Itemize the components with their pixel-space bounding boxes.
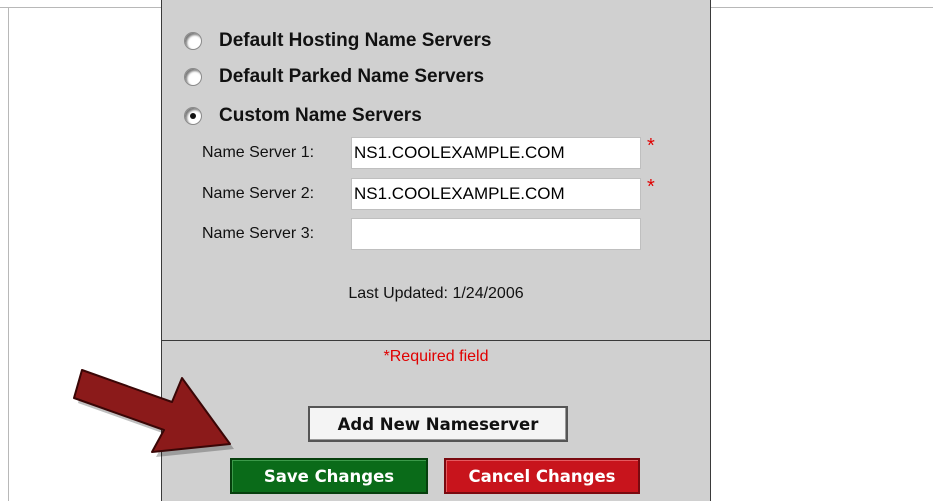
save-changes-button[interactable]: Save Changes [230, 458, 428, 494]
radio-selected-dot [190, 113, 196, 119]
name-server-1-input[interactable] [351, 137, 641, 169]
panel-divider [162, 340, 710, 341]
radio-option-custom[interactable]: Custom Name Servers [184, 103, 422, 129]
arrow-icon [73, 369, 234, 457]
name-server-3-input[interactable] [351, 218, 641, 250]
required-marker: * [647, 135, 655, 157]
radio-button[interactable] [184, 68, 202, 86]
radio-label: Custom Name Servers [219, 105, 422, 126]
name-server-2-row: Name Server 2: * [202, 176, 655, 210]
radio-label: Default Hosting Name Servers [219, 30, 492, 51]
radio-label: Default Parked Name Servers [219, 66, 485, 87]
radio-option-default-parked[interactable]: Default Parked Name Servers [184, 64, 484, 90]
name-server-1-row: Name Server 1: * [202, 135, 655, 169]
page-left-border [8, 7, 9, 501]
name-server-2-label: Name Server 2: [202, 185, 315, 202]
nameserver-settings-panel: Default Hosting Name Servers Default Par… [161, 0, 711, 501]
required-field-note: *Required field [383, 348, 489, 365]
add-new-nameserver-button[interactable]: Add New Nameserver [308, 406, 568, 442]
cancel-changes-button[interactable]: Cancel Changes [444, 458, 640, 494]
name-server-1-label: Name Server 1: [202, 144, 315, 161]
required-marker: * [647, 176, 655, 198]
radio-button-selected[interactable] [184, 107, 202, 125]
radio-button[interactable] [184, 32, 202, 50]
name-server-3-label: Name Server 3: [202, 225, 315, 242]
last-updated-text: Last Updated: 1/24/2006 [348, 285, 524, 302]
radio-option-default-hosting[interactable]: Default Hosting Name Servers [184, 28, 491, 54]
name-server-3-row: Name Server 3: [202, 218, 641, 250]
name-server-2-input[interactable] [351, 178, 641, 210]
